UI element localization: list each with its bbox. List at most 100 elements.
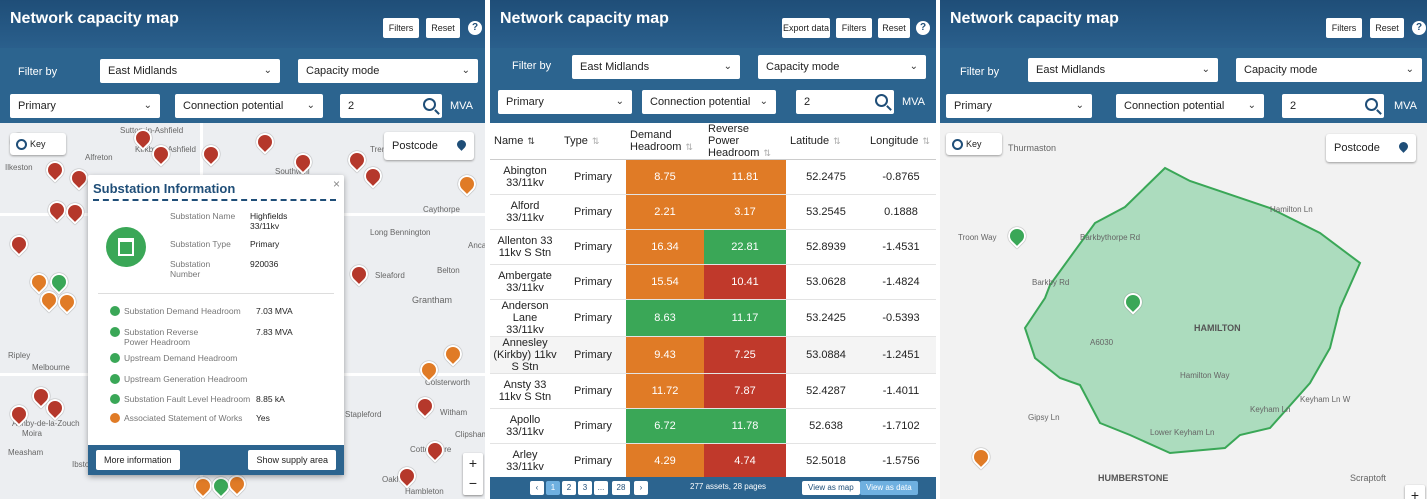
value-input[interactable]: 2 [796,90,894,114]
col-header-reverse[interactable]: Reverse Power Headroom ⇅ [704,123,786,160]
mode-select[interactable]: Capacity mode ⌄ [298,59,478,83]
demand-cell: 16.34 [626,229,704,265]
view-as-data-button[interactable]: View as data [860,481,918,495]
substation-pin[interactable] [360,163,386,189]
search-icon[interactable] [1365,98,1378,111]
table-row[interactable]: Allenton 33 11kv S Stn Primary 16.34 22.81 5… [490,229,936,265]
demand-cell: 2.21 [626,194,704,230]
page-button[interactable]: 1 [546,481,560,495]
substation-pin[interactable] [42,157,68,183]
reverse-cell: 11.78 [704,408,786,444]
map-label: Witham [440,408,468,417]
table-row[interactable]: Ambergate 33/11kv Primary 15.54 10.41 53.062… [490,264,936,300]
zoom-out-icon[interactable]: − [463,473,483,493]
table-row[interactable]: Arley 33/11kv Primary 4.29 4.74 52.5018 -1.57… [490,443,936,479]
zoom-in-icon[interactable]: + [1405,485,1425,499]
location-pin-icon[interactable] [1397,140,1410,153]
type-select[interactable]: Primary ⌄ [10,94,160,118]
mode-select[interactable]: Capacity mode ⌄ [1236,58,1422,82]
type-value: Primary [506,96,544,108]
more-information-button[interactable]: More information [96,450,180,470]
sort-icon[interactable]: ⇅ [527,136,535,146]
substation-pin[interactable] [346,261,372,287]
export-data-button[interactable]: Export data [782,18,830,38]
table-row[interactable]: Apollo 33/11kv Primary 6.72 11.78 52.638 -1.7… [490,408,936,444]
map-label: HAMILTON [1194,323,1241,333]
help-icon[interactable]: ? [1412,21,1426,35]
key-button[interactable]: Key [10,133,66,155]
col-header-name[interactable]: Name ⇅ [490,123,560,160]
reverse-cell: 7.25 [704,336,786,374]
substation-pin[interactable] [440,341,466,367]
filters-button[interactable]: Filters [1326,18,1362,38]
location-pin-icon[interactable] [455,138,468,151]
header-label: Reverse Power Headroom [708,123,760,159]
sort-icon[interactable]: ⇅ [833,136,841,146]
demand-cell: 9.43 [626,336,704,374]
substation-pin[interactable] [62,199,88,225]
substation-pin[interactable] [422,437,448,463]
table-row[interactable]: Abington 33/11kv Primary 8.75 11.81 52.2475-… [490,159,936,195]
metric-select[interactable]: Connection potential ⌄ [642,90,776,114]
zoom-in-icon[interactable]: + [463,453,483,473]
metric-label: Upstream Generation Headroom [124,374,248,384]
close-icon[interactable]: × [333,177,340,191]
substation-pin[interactable] [252,129,278,155]
metric-select[interactable]: Connection potential ⌄ [175,94,323,118]
prev-page-button[interactable]: ‹ [530,481,544,495]
page-button[interactable]: 2 [562,481,576,495]
key-button[interactable]: Key [946,133,1002,155]
zoom-control[interactable]: + − [463,453,483,495]
type-cell: Primary [560,408,626,444]
postcode-input[interactable]: Postcode [384,132,474,160]
search-icon[interactable] [875,94,888,107]
table-row[interactable]: Anderson Lane 33/11kv Primary 8.63 11.17 53.… [490,299,936,337]
postcode-input[interactable]: Postcode [1326,134,1416,162]
filters-button[interactable]: Filters [836,18,872,38]
type-select[interactable]: Primary ⌄ [498,90,632,114]
table-row[interactable]: Alford 33/11kv Primary 2.21 3.17 53.2545 0.18… [490,194,936,230]
region-select[interactable]: East Midlands ⌄ [100,59,280,83]
search-icon[interactable] [423,98,436,111]
help-icon[interactable]: ? [468,21,482,35]
region-select[interactable]: East Midlands ⌄ [572,55,740,79]
header-label: Type [564,135,588,147]
page-button[interactable]: 3 [578,481,592,495]
mode-select[interactable]: Capacity mode ⌄ [758,55,926,79]
col-header-type[interactable]: Type ⇅ [560,123,626,160]
col-header-latitude[interactable]: Latitude ⇅ [786,123,866,160]
reset-button[interactable]: Reset [1370,18,1404,38]
substation-pin[interactable] [394,463,420,489]
show-supply-area-button[interactable]: Show supply area [248,450,336,470]
substation-pin[interactable] [6,231,32,257]
map-canvas[interactable]: Thurmaston HAMILTON HUMBERSTONE Scraptof… [940,123,1427,499]
table-row[interactable]: Ansty 33 11kv S Stn Primary 11.72 7.87 52.42… [490,373,936,409]
value-input[interactable]: 2 [1282,94,1384,118]
view-as-map-button[interactable]: View as map [802,481,860,495]
type-select[interactable]: Primary ⌄ [946,94,1092,118]
col-header-longitude[interactable]: Longitude ⇅ [866,123,936,160]
region-select[interactable]: East Midlands ⌄ [1028,58,1218,82]
sort-icon[interactable]: ⇅ [685,142,693,152]
map-label: Barkby Rd [1032,278,1070,287]
reset-button[interactable]: Reset [426,18,460,38]
sort-icon[interactable]: ⇅ [592,136,600,146]
zoom-control[interactable]: + [1405,485,1425,499]
col-header-demand[interactable]: Demand Headroom ⇅ [626,123,704,160]
header-label: Latitude [790,135,830,147]
sort-icon[interactable]: ⇅ [763,148,771,158]
longitude-cell: 0.1888 [866,194,936,230]
substation-pin[interactable] [454,171,480,197]
page-button[interactable]: 28 [612,481,630,495]
reset-button[interactable]: Reset [878,18,910,38]
value-input[interactable]: 2 [340,94,442,118]
next-page-button[interactable]: › [634,481,648,495]
metric-select[interactable]: Connection potential ⌄ [1116,94,1264,118]
help-icon[interactable]: ? [916,21,930,35]
substation-pin[interactable] [224,471,250,497]
table-row[interactable]: Annesley (Kirkby) 11kv S Stn Primary 9.43 7… [490,336,936,374]
filters-button[interactable]: Filters [383,18,419,38]
substation-pin[interactable] [412,393,438,419]
substation-icon [106,227,146,267]
sort-icon[interactable]: ⇅ [922,136,930,146]
